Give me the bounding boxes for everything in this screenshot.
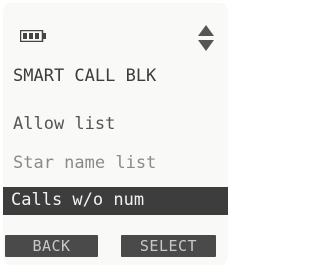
back-softkey-label: BACK xyxy=(32,237,71,255)
menu-item-label: Calls w/o num xyxy=(11,190,145,210)
lcd-screen: SMART CALL BLK Allow list Star name list… xyxy=(3,3,228,265)
menu-item-allow-list[interactable]: Allow list xyxy=(13,114,223,134)
up-down-arrows-icon xyxy=(198,25,214,51)
battery-icon xyxy=(20,30,46,42)
menu-item-star-name-list[interactable]: Star name list xyxy=(13,153,223,173)
select-softkey[interactable]: SELECT xyxy=(121,235,216,257)
back-softkey[interactable]: BACK xyxy=(5,235,98,257)
status-bar xyxy=(3,3,228,58)
menu-item-calls-without-number[interactable]: Calls w/o num xyxy=(3,187,228,215)
select-softkey-label: SELECT xyxy=(139,237,198,255)
menu-title: SMART CALL BLK xyxy=(13,66,157,86)
